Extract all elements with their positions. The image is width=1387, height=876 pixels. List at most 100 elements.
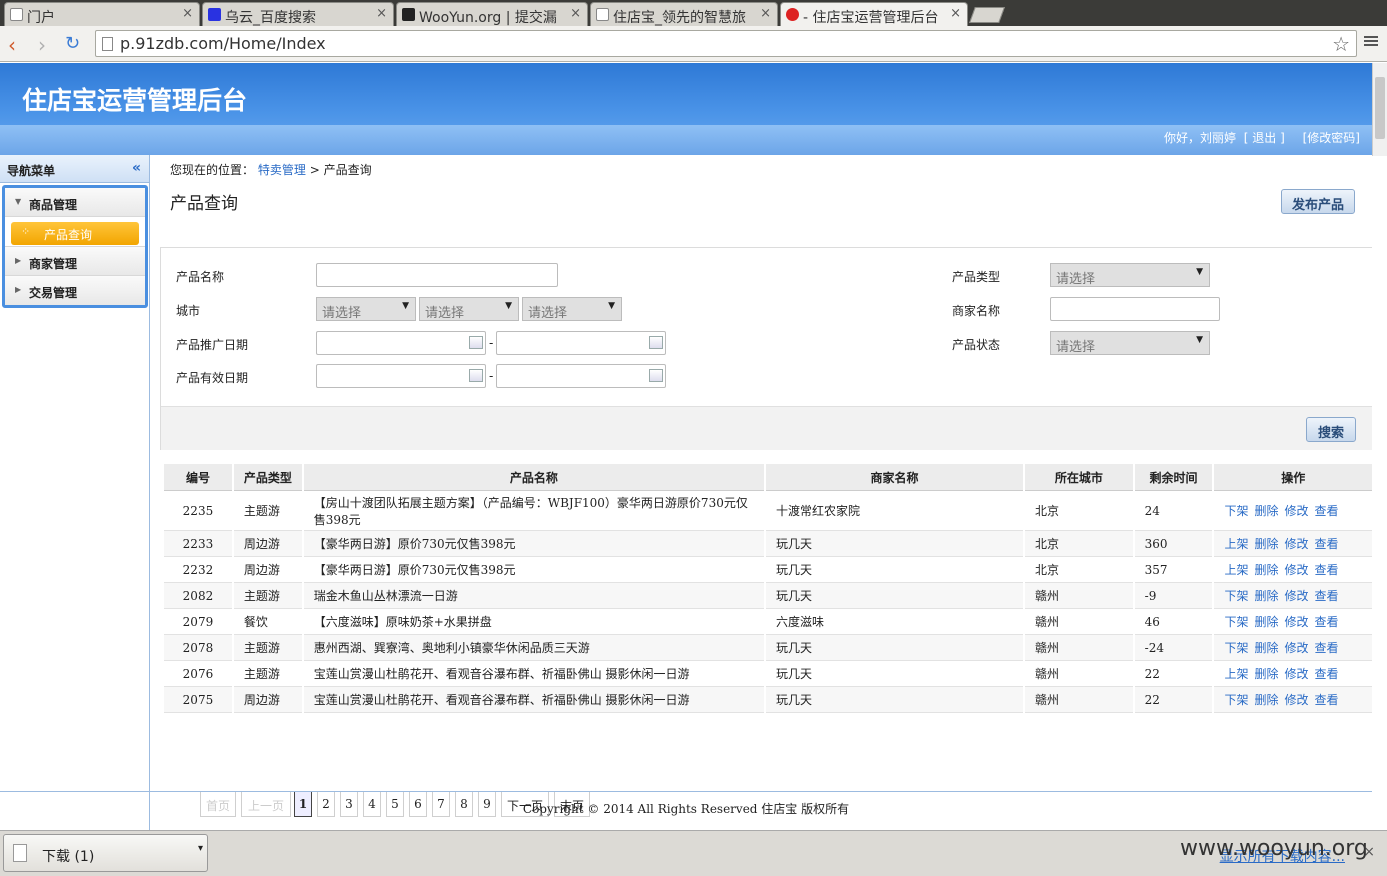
delete-link[interactable]: 删除 bbox=[1254, 504, 1278, 518]
cell-type: 周边游 bbox=[233, 531, 302, 557]
view-link[interactable]: 查看 bbox=[1315, 641, 1339, 655]
dropdown-arrow-icon: ▼ bbox=[505, 301, 512, 311]
wooyun-icon bbox=[402, 8, 415, 21]
shelf-toggle-link[interactable]: 上架 bbox=[1224, 537, 1248, 551]
city-province-select[interactable]: 请选择 ▼ bbox=[316, 297, 416, 321]
collapse-sidebar-icon[interactable]: « bbox=[132, 160, 141, 176]
sidebar-item-product-query[interactable]: ⁘ 产品查询 bbox=[11, 222, 139, 245]
edit-link[interactable]: 修改 bbox=[1285, 537, 1309, 551]
app-title: 住店宝运营管理后台 bbox=[22, 86, 248, 115]
chevron-down-icon[interactable]: ▾ bbox=[198, 843, 203, 854]
shelf-toggle-link[interactable]: 上架 bbox=[1224, 563, 1248, 577]
forward-arrow-icon[interactable]: › bbox=[38, 33, 46, 57]
change-password-link[interactable]: [修改密码] bbox=[1303, 131, 1360, 145]
cell-merchant: 玩几天 bbox=[766, 583, 1023, 609]
edit-link[interactable]: 修改 bbox=[1285, 504, 1309, 518]
merchant-name-input[interactable] bbox=[1050, 297, 1220, 321]
close-icon[interactable]: × bbox=[760, 6, 771, 21]
browser-tab-3[interactable]: WooYun.org | 提交漏 × bbox=[396, 2, 588, 26]
browser-menu-icon[interactable] bbox=[1364, 34, 1378, 48]
view-link[interactable]: 查看 bbox=[1315, 615, 1339, 629]
sidebar-title: 导航菜单 bbox=[7, 164, 56, 178]
city-city-select[interactable]: 请选择 ▼ bbox=[419, 297, 519, 321]
edit-link[interactable]: 修改 bbox=[1285, 589, 1309, 603]
edit-link[interactable]: 修改 bbox=[1285, 563, 1309, 577]
shelf-toggle-link[interactable]: 下架 bbox=[1224, 615, 1248, 629]
download-item[interactable]: 下载 (1) ▾ bbox=[3, 834, 208, 872]
product-type-select[interactable]: 请选择 ▼ bbox=[1050, 263, 1210, 287]
close-icon[interactable]: × bbox=[570, 6, 581, 21]
table-row: 2082 主题游 瑞金木鱼山丛林漂流一日游 玩几天 赣州 -9 下架 删除 修改 查看 bbox=[164, 583, 1372, 609]
view-link[interactable]: 查看 bbox=[1315, 537, 1339, 551]
cell-id: 2078 bbox=[164, 635, 232, 661]
caret-down-icon: ▼ bbox=[15, 197, 22, 206]
view-link[interactable]: 查看 bbox=[1315, 504, 1339, 518]
delete-link[interactable]: 删除 bbox=[1254, 537, 1278, 551]
shelf-toggle-link[interactable]: 上架 bbox=[1224, 667, 1248, 681]
cell-remaining-time: 46 bbox=[1134, 609, 1213, 635]
search-button[interactable]: 搜索 bbox=[1306, 417, 1356, 442]
address-bar[interactable]: p.91zdb.com/Home/Index ☆ bbox=[95, 30, 1357, 57]
edit-link[interactable]: 修改 bbox=[1285, 693, 1309, 707]
delete-link[interactable]: 删除 bbox=[1254, 693, 1278, 707]
dropdown-arrow-icon: ▼ bbox=[608, 301, 615, 311]
calendar-icon[interactable] bbox=[649, 336, 663, 349]
valid-end-date-input[interactable] bbox=[496, 364, 666, 388]
delete-link[interactable]: 删除 bbox=[1254, 563, 1278, 577]
column-header: 产品类型 bbox=[233, 464, 302, 491]
browser-tab-1[interactable]: 门户 × bbox=[4, 2, 200, 26]
delete-link[interactable]: 删除 bbox=[1254, 667, 1278, 681]
back-arrow-icon[interactable]: ‹ bbox=[8, 33, 16, 57]
cell-remaining-time: 22 bbox=[1134, 661, 1213, 687]
cell-remaining-time: 357 bbox=[1134, 557, 1213, 583]
bookmark-star-icon[interactable]: ☆ bbox=[1332, 32, 1350, 56]
view-link[interactable]: 查看 bbox=[1315, 667, 1339, 681]
view-link[interactable]: 查看 bbox=[1315, 563, 1339, 577]
new-tab-button[interactable] bbox=[969, 7, 1005, 23]
dropdown-arrow-icon: ▼ bbox=[1196, 335, 1203, 345]
edit-link[interactable]: 修改 bbox=[1285, 615, 1309, 629]
browser-tab-5[interactable]: - 住店宝运营管理后台 × bbox=[780, 2, 968, 26]
shelf-toggle-link[interactable]: 下架 bbox=[1224, 693, 1248, 707]
browser-toolbar: ‹ › ↻ p.91zdb.com/Home/Index ☆ bbox=[0, 26, 1387, 62]
delete-link[interactable]: 删除 bbox=[1254, 615, 1278, 629]
product-status-select[interactable]: 请选择 ▼ bbox=[1050, 331, 1210, 355]
page-icon bbox=[102, 37, 113, 51]
product-name-input[interactable] bbox=[316, 263, 558, 287]
valid-start-date-input[interactable] bbox=[316, 364, 486, 388]
close-icon[interactable]: × bbox=[376, 6, 387, 21]
close-icon[interactable]: × bbox=[950, 6, 961, 21]
shelf-toggle-link[interactable]: 下架 bbox=[1224, 641, 1248, 655]
delete-link[interactable]: 删除 bbox=[1254, 641, 1278, 655]
shelf-toggle-link[interactable]: 下架 bbox=[1224, 504, 1248, 518]
browser-tab-2[interactable]: 乌云_百度搜索 × bbox=[202, 2, 394, 26]
city-district-select[interactable]: 请选择 ▼ bbox=[522, 297, 622, 321]
logout-link[interactable]: [ 退出 ] bbox=[1244, 131, 1285, 145]
calendar-icon[interactable] bbox=[649, 369, 663, 382]
sidebar-item-product-management[interactable]: ▼ 商品管理 bbox=[5, 188, 145, 217]
cell-product-name: 瑞金木鱼山丛林漂流一日游 bbox=[303, 583, 765, 609]
cell-type: 主题游 bbox=[233, 491, 302, 531]
edit-link[interactable]: 修改 bbox=[1285, 667, 1309, 681]
close-icon[interactable]: × bbox=[182, 6, 193, 21]
promo-end-date-input[interactable] bbox=[496, 331, 666, 355]
column-header: 产品名称 bbox=[303, 464, 765, 491]
browser-tab-4[interactable]: 住店宝_领先的智慧旅 × bbox=[590, 2, 778, 26]
cell-merchant: 玩几天 bbox=[766, 635, 1023, 661]
view-link[interactable]: 查看 bbox=[1315, 589, 1339, 603]
delete-link[interactable]: 删除 bbox=[1254, 589, 1278, 603]
view-link[interactable]: 查看 bbox=[1315, 693, 1339, 707]
reload-icon[interactable]: ↻ bbox=[65, 33, 80, 54]
calendar-icon[interactable] bbox=[469, 336, 483, 349]
cell-merchant: 六度滋味 bbox=[766, 609, 1023, 635]
vertical-scrollbar[interactable] bbox=[1372, 63, 1387, 156]
sidebar-item-trade-management[interactable]: ▶ 交易管理 bbox=[5, 276, 145, 305]
table-row: 2232 周边游 【豪华两日游】原价730元仅售398元 玩几天 北京 357 上架 删除 修改… bbox=[164, 557, 1372, 583]
edit-link[interactable]: 修改 bbox=[1285, 641, 1309, 655]
publish-product-button[interactable]: 发布产品 bbox=[1281, 189, 1355, 214]
shelf-toggle-link[interactable]: 下架 bbox=[1224, 589, 1248, 603]
sidebar-item-merchant-management[interactable]: ▶ 商家管理 bbox=[5, 247, 145, 276]
calendar-icon[interactable] bbox=[469, 369, 483, 382]
promo-start-date-input[interactable] bbox=[316, 331, 486, 355]
breadcrumb-link[interactable]: 特卖管理 bbox=[258, 163, 306, 177]
